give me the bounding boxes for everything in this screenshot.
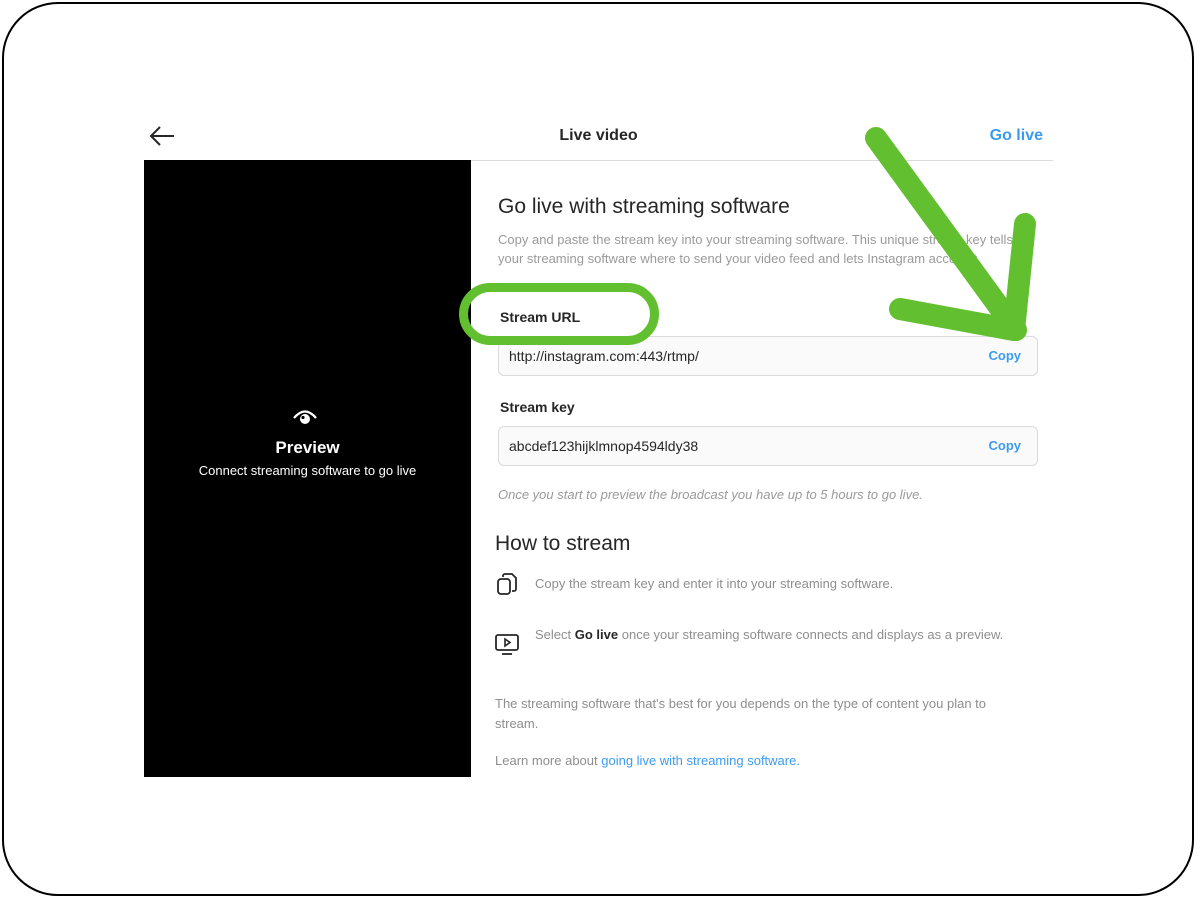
preview-title: Preview [275,438,340,457]
eye-icon [293,410,317,424]
streaming-panel: Go live with streaming software Copy and… [471,160,1053,780]
stream-url-value: http://instagram.com:443/rtmp/ [509,348,699,364]
highlight-ring [459,283,659,345]
how-to-title: How to stream [495,532,631,555]
go-live-button[interactable]: Go live [990,127,1043,145]
step-copy-key-text: Copy the stream key and enter it into yo… [535,576,894,591]
copy-stream-key-button[interactable]: Copy [989,438,1022,453]
stream-key-value: abcdef123hijklmnop4594ldy38 [509,438,699,454]
preview-subtitle: Connect streaming software to go live [198,463,417,478]
streaming-section-title: Go live with streaming software [498,195,790,218]
stream-key-field[interactable]: abcdef123hijklmnop4594ldy38 Copy [498,426,1038,466]
copy-icon [497,573,517,595]
software-advice-text: The streaming software that's best for y… [495,696,987,731]
learn-more-text: Learn more about going live with streami… [495,753,800,768]
preview-time-note: Once you start to preview the broadcast … [498,487,923,502]
step-go-live-text: Select Go live once your streaming softw… [535,627,1004,642]
stream-description: Copy and paste the stream key into your … [498,232,1013,266]
page-title: Live video [559,127,638,144]
monitor-play-icon [495,634,519,655]
stream-key-label: Stream key [500,399,575,415]
learn-more-link[interactable]: going live with streaming software. [601,753,800,768]
copy-stream-url-button[interactable]: Copy [989,348,1022,363]
top-bar: Live video Go live [144,112,1053,161]
video-preview: Preview Connect streaming software to go… [144,160,471,777]
